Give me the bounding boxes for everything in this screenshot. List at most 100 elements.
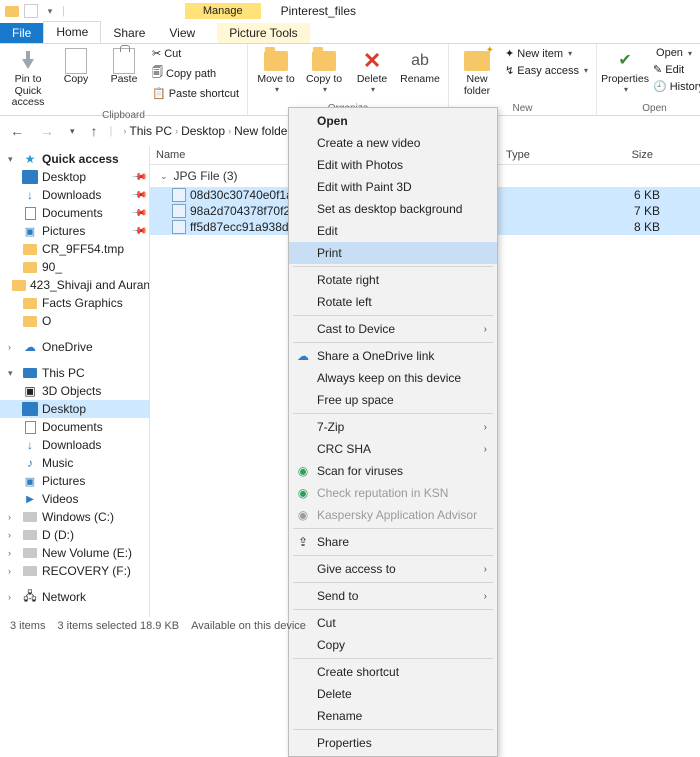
folder-icon bbox=[22, 296, 38, 310]
properties-button[interactable]: ✔ Properties bbox=[603, 46, 647, 94]
folder-icon bbox=[4, 3, 20, 19]
tree-qa-o[interactable]: O bbox=[0, 312, 149, 330]
tree-qa-desktop[interactable]: Desktop📌 bbox=[0, 168, 149, 186]
ctx-give-access[interactable]: Give access to› bbox=[289, 558, 497, 580]
ctx-sep bbox=[293, 658, 493, 659]
ctx-free-space[interactable]: Free up space bbox=[289, 389, 497, 411]
ctx-copy[interactable]: Copy bbox=[289, 634, 497, 656]
ctx-edit-photos[interactable]: Edit with Photos bbox=[289, 154, 497, 176]
move-to-button[interactable]: Move to bbox=[254, 46, 298, 94]
ctx-cast[interactable]: Cast to Device› bbox=[289, 318, 497, 340]
tree-qa-facts[interactable]: Facts Graphics bbox=[0, 294, 149, 312]
chevron-down-icon: ⌄ bbox=[160, 171, 168, 182]
tree-downloads[interactable]: Downloads bbox=[0, 436, 149, 454]
tree-documents[interactable]: Documents bbox=[0, 418, 149, 436]
ctx-kaspersky[interactable]: ◉Kaspersky Application Advisor bbox=[289, 504, 497, 526]
col-size[interactable]: Size bbox=[590, 146, 660, 164]
ctx-delete[interactable]: Delete bbox=[289, 683, 497, 705]
tree-3d-objects[interactable]: ▣3D Objects bbox=[0, 382, 149, 400]
ctx-share-onedrive[interactable]: ☁Share a OneDrive link bbox=[289, 345, 497, 367]
qat-dropdown-icon[interactable]: ▾ bbox=[42, 3, 58, 19]
tab-home[interactable]: Home bbox=[43, 21, 101, 43]
ctx-crc-sha[interactable]: CRC SHA› bbox=[289, 438, 497, 460]
open-button[interactable]: Open bbox=[651, 46, 700, 60]
desktop-icon bbox=[22, 170, 38, 184]
tree-drive-f[interactable]: ›RECOVERY (F:) bbox=[0, 562, 149, 580]
tree-qa-cr[interactable]: CR_9FF54.tmp bbox=[0, 240, 149, 258]
breadcrumb-seg-1[interactable]: Desktop bbox=[181, 124, 225, 138]
up-button[interactable]: ↑ bbox=[87, 123, 102, 139]
tree-qa-documents[interactable]: Documents📌 bbox=[0, 204, 149, 222]
breadcrumb-seg-0[interactable]: This PC bbox=[129, 124, 172, 138]
delete-button[interactable]: ✕ Delete bbox=[350, 46, 394, 94]
new-item-button[interactable]: ✦New item bbox=[503, 46, 590, 61]
ctx-rotate-right[interactable]: Rotate right bbox=[289, 269, 497, 291]
pin-icon bbox=[13, 48, 43, 74]
ctx-sep bbox=[293, 315, 493, 316]
history-button[interactable]: 🕘History bbox=[651, 79, 700, 94]
copy-path-button[interactable]: 🗐Copy path bbox=[150, 63, 241, 84]
tree-this-pc[interactable]: ▾This PC bbox=[0, 364, 149, 382]
paste-shortcut-button[interactable]: 📋Paste shortcut bbox=[150, 86, 241, 101]
contextual-tab-manage[interactable]: Manage bbox=[185, 3, 261, 19]
breadcrumb-seg-2[interactable]: New folder bbox=[234, 124, 291, 138]
tree-qa-423[interactable]: 423_Shivaji and Aurangze bbox=[0, 276, 149, 294]
copy-to-button[interactable]: Copy to bbox=[302, 46, 346, 94]
tree-network[interactable]: ›🖧Network bbox=[0, 588, 149, 606]
tab-picture-tools[interactable]: Picture Tools bbox=[217, 23, 309, 43]
tab-share[interactable]: Share bbox=[101, 23, 157, 43]
documents-icon bbox=[22, 420, 38, 434]
ctx-create-shortcut[interactable]: Create shortcut bbox=[289, 661, 497, 683]
ctx-rename[interactable]: Rename bbox=[289, 705, 497, 727]
cut-button[interactable]: ✂Cut bbox=[150, 46, 241, 61]
ctx-set-background[interactable]: Set as desktop background bbox=[289, 198, 497, 220]
pin-to-quick-access-button[interactable]: Pin to Quick access bbox=[6, 46, 50, 109]
ctx-new-video[interactable]: Create a new video bbox=[289, 132, 497, 154]
easy-access-button[interactable]: ↯Easy access bbox=[503, 63, 590, 78]
tab-file[interactable]: File bbox=[0, 23, 43, 43]
ribbon-group-open: ✔ Properties Open ✎Edit 🕘History Open bbox=[597, 44, 700, 115]
tree-qa-90[interactable]: 90_ bbox=[0, 258, 149, 276]
tree-pictures[interactable]: Pictures bbox=[0, 472, 149, 490]
new-folder-button[interactable]: New folder bbox=[455, 46, 499, 97]
tree-qa-downloads[interactable]: Downloads📌 bbox=[0, 186, 149, 204]
ctx-7zip[interactable]: 7-Zip› bbox=[289, 416, 497, 438]
navigation-pane[interactable]: ▾Quick access Desktop📌 Downloads📌 Docume… bbox=[0, 146, 150, 617]
tree-drive-c[interactable]: ›Windows (C:) bbox=[0, 508, 149, 526]
ctx-rotate-left[interactable]: Rotate left bbox=[289, 291, 497, 313]
pin-icon: 📌 bbox=[130, 169, 147, 186]
videos-icon bbox=[22, 492, 38, 506]
recent-locations-button[interactable]: ▾ bbox=[66, 126, 79, 137]
tree-desktop[interactable]: Desktop bbox=[0, 400, 149, 418]
forward-button[interactable]: → bbox=[36, 123, 58, 139]
paste-button[interactable]: Paste bbox=[102, 46, 146, 86]
copy-button[interactable]: Copy bbox=[54, 46, 98, 86]
tab-view[interactable]: View bbox=[157, 23, 207, 43]
tree-drive-d[interactable]: ›D (D:) bbox=[0, 526, 149, 544]
tree-quick-access[interactable]: ▾Quick access bbox=[0, 150, 149, 168]
jpg-icon bbox=[172, 188, 186, 202]
tree-drive-e[interactable]: ›New Volume (E:) bbox=[0, 544, 149, 562]
tree-onedrive[interactable]: ›OneDrive bbox=[0, 338, 149, 356]
ctx-sep bbox=[293, 555, 493, 556]
tree-qa-pictures[interactable]: Pictures📌 bbox=[0, 222, 149, 240]
ctx-open[interactable]: Open bbox=[289, 110, 497, 132]
ctx-share[interactable]: ⇪Share bbox=[289, 531, 497, 553]
tree-music[interactable]: Music bbox=[0, 454, 149, 472]
ctx-properties[interactable]: Properties bbox=[289, 732, 497, 754]
ctx-edit-paint3d[interactable]: Edit with Paint 3D bbox=[289, 176, 497, 198]
ctx-send-to[interactable]: Send to› bbox=[289, 585, 497, 607]
ctx-keep-device[interactable]: Always keep on this device bbox=[289, 367, 497, 389]
edit-button[interactable]: ✎Edit bbox=[651, 62, 700, 77]
ctx-scan-virus[interactable]: ◉Scan for viruses bbox=[289, 460, 497, 482]
rename-button[interactable]: ab Rename bbox=[398, 46, 442, 86]
qat-placeholder-icon[interactable] bbox=[24, 4, 38, 18]
tree-videos[interactable]: Videos bbox=[0, 490, 149, 508]
col-type[interactable]: Type bbox=[500, 146, 590, 164]
history-icon: 🕘 bbox=[653, 80, 667, 93]
ctx-check-ksn[interactable]: ◉Check reputation in KSN bbox=[289, 482, 497, 504]
back-button[interactable]: ← bbox=[6, 123, 28, 139]
ctx-edit[interactable]: Edit bbox=[289, 220, 497, 242]
ctx-print[interactable]: Print bbox=[289, 242, 497, 264]
shield-icon: ◉ bbox=[295, 486, 311, 500]
